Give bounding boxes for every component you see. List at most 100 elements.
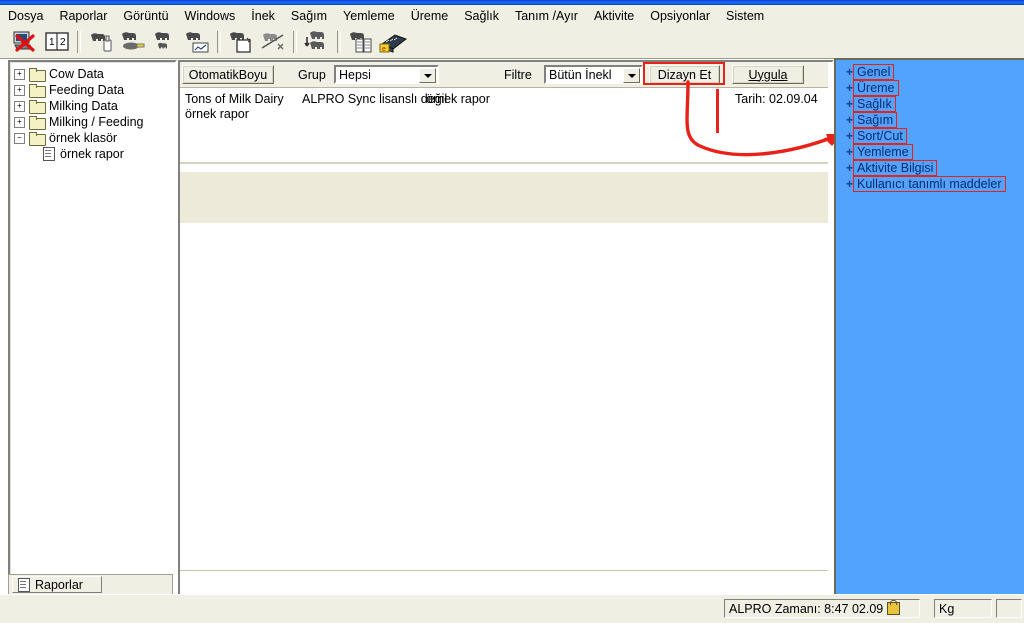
status-time-label: ALPRO Zamanı: 8:47 02.09	[729, 601, 884, 616]
report-document-icon	[42, 147, 56, 161]
report-subtitle: örnek rapor	[185, 107, 249, 121]
item-highlight-box	[853, 176, 1006, 192]
tree-expander-icon[interactable]: +	[14, 84, 25, 96]
expander-plus-icon[interactable]: +	[844, 130, 855, 142]
menu-bar: Dosya Raporlar Görüntü Windows İnek Sağı…	[0, 5, 1024, 27]
chevron-down-icon[interactable]	[623, 68, 640, 83]
sidebar-item-label: Sağlık	[853, 96, 896, 112]
sidebar-item-saglik[interactable]: + Sağlık	[836, 96, 1024, 112]
design-button[interactable]: Dizayn Et	[649, 65, 720, 84]
expander-plus-icon[interactable]: +	[844, 114, 855, 126]
menu-item-dosya[interactable]: Dosya	[0, 7, 51, 25]
sidebar-item-label: Sort/Cut	[853, 128, 907, 144]
sidebar-item-label: Üreme	[853, 80, 899, 96]
menu-item-goruntu[interactable]: Görüntü	[115, 7, 176, 25]
cow-group-icon[interactable]	[302, 28, 332, 56]
item-highlight-box	[853, 160, 938, 176]
tree-node-milking-data[interactable]: + Milking Data	[14, 98, 173, 114]
tree-collapse-icon[interactable]: −	[14, 132, 25, 144]
expander-plus-icon[interactable]: +	[844, 66, 855, 78]
cow-newpage-icon[interactable]	[226, 28, 256, 56]
expander-plus-icon[interactable]: +	[844, 178, 855, 190]
sidebar-item-sagim[interactable]: + Sağım	[836, 112, 1024, 128]
tree-node-label: örnek klasör	[49, 131, 118, 145]
toolbar-separator	[77, 31, 81, 53]
group-label: Grup	[298, 68, 326, 82]
keyboard-card-icon[interactable]: e	[378, 28, 408, 56]
item-highlight-box	[853, 128, 907, 144]
cow-cancel-icon[interactable]	[258, 28, 288, 56]
menu-item-opsiyonlar[interactable]: Opsiyonlar	[642, 7, 718, 25]
menu-item-yemleme[interactable]: Yemleme	[335, 7, 403, 25]
numbers-book-icon[interactable]: 1 2	[42, 28, 72, 56]
cow-calf-icon[interactable]	[150, 28, 180, 56]
toolbar-separator	[217, 31, 221, 53]
tree-expander-icon[interactable]: +	[14, 100, 25, 112]
folder-icon	[29, 131, 46, 146]
menu-item-inek[interactable]: İnek	[243, 7, 283, 25]
folder-icon	[29, 99, 46, 114]
menu-item-sagim[interactable]: Sağım	[283, 7, 335, 25]
apply-button-label: Uygula	[748, 67, 788, 82]
sidebar-item-aktivite-bilgisi[interactable]: + Aktivite Bilgisi	[836, 160, 1024, 176]
filter-select[interactable]: Bütün İnekl	[544, 65, 643, 84]
item-highlight-box	[853, 144, 913, 160]
apply-button[interactable]: Uygula	[732, 65, 804, 84]
group-select[interactable]: Hepsi	[334, 65, 439, 84]
report-fields-panel[interactable]: + Genel + Üreme + Sağlık + Sağım + Sort/…	[834, 58, 1024, 594]
cow-chart-icon[interactable]	[182, 28, 212, 56]
menu-item-tanim-ayir[interactable]: Tanım /Ayır	[507, 7, 586, 25]
report-document-icon	[17, 577, 31, 592]
expander-plus-icon[interactable]: +	[844, 162, 855, 174]
status-unit-cell: Kg	[934, 599, 992, 618]
computer-delete-icon[interactable]	[10, 28, 40, 56]
tab-raporlar[interactable]: Raporlar	[12, 576, 102, 593]
sidebar-item-label: Sağım	[853, 112, 898, 128]
report-title: Tons of Milk Dairy	[185, 92, 284, 106]
tree-node-ornek-klasor[interactable]: − örnek klasör	[14, 130, 173, 146]
svg-text:e: e	[382, 46, 386, 53]
sidebar-item-kullanici-tanimli-maddeler[interactable]: + Kullanıcı tanımlı maddeler	[836, 176, 1024, 192]
item-highlight-box	[853, 96, 896, 112]
tree-expander-icon[interactable]: +	[14, 116, 25, 128]
tree-node-ornek-rapor[interactable]: örnek rapor	[14, 146, 173, 162]
sidebar-item-genel[interactable]: + Genel	[836, 64, 1024, 80]
report-tree-panel[interactable]: + Cow Data + Feeding Data + Milking Data…	[8, 60, 177, 598]
expander-plus-icon[interactable]: +	[844, 146, 855, 158]
sidebar-item-ureme[interactable]: + Üreme	[836, 80, 1024, 96]
menu-item-sistem[interactable]: Sistem	[718, 7, 772, 25]
sidebar-item-sort-cut[interactable]: + Sort/Cut	[836, 128, 1024, 144]
report-date: Tarih: 02.09.04	[735, 92, 818, 106]
menu-item-saglik[interactable]: Sağlık	[456, 7, 507, 25]
tree-expander-icon[interactable]: +	[14, 68, 25, 80]
expander-plus-icon[interactable]: +	[844, 82, 855, 94]
filter-select-value: Bütün İnekl	[549, 67, 612, 82]
tree-node-label: örnek rapor	[60, 147, 124, 161]
sidebar-item-label: Yemleme	[853, 144, 913, 160]
autosize-button[interactable]: OtomatikBoyu	[182, 65, 274, 84]
report-options-toolbar: OtomatikBoyu Grup Hepsi Filtre Bütün İne…	[180, 62, 828, 88]
item-highlight-box	[853, 80, 899, 96]
tree-node-milking-feeding[interactable]: + Milking / Feeding	[14, 114, 173, 130]
menu-item-windows[interactable]: Windows	[177, 7, 244, 25]
chevron-down-icon[interactable]	[419, 68, 436, 83]
menu-item-aktivite[interactable]: Aktivite	[586, 7, 642, 25]
main-toolbar: 1 2 e	[0, 26, 1024, 59]
report-header: Tons of Milk Dairy ALPRO Sync lisanslı d…	[180, 88, 828, 132]
sidebar-item-yemleme[interactable]: + Yemleme	[836, 144, 1024, 160]
menu-item-ureme[interactable]: Üreme	[403, 7, 457, 25]
report-tree: + Cow Data + Feeding Data + Milking Data…	[10, 62, 175, 164]
cow-feed-icon[interactable]	[118, 28, 148, 56]
filter-label: Filtre	[504, 68, 532, 82]
tab-raporlar-label: Raporlar	[35, 577, 83, 592]
tree-node-feeding-data[interactable]: + Feeding Data	[14, 82, 173, 98]
status-spare-cell	[996, 599, 1022, 618]
cow-report-icon[interactable]	[346, 28, 376, 56]
report-body-footer-line	[180, 570, 828, 571]
menu-item-raporlar[interactable]: Raporlar	[51, 7, 115, 25]
tree-node-cow-data[interactable]: + Cow Data	[14, 66, 173, 82]
expander-plus-icon[interactable]: +	[844, 98, 855, 110]
tree-node-label: Milking / Feeding	[49, 115, 144, 129]
report-column-band	[180, 172, 828, 223]
cow-bottle-icon[interactable]	[86, 28, 116, 56]
